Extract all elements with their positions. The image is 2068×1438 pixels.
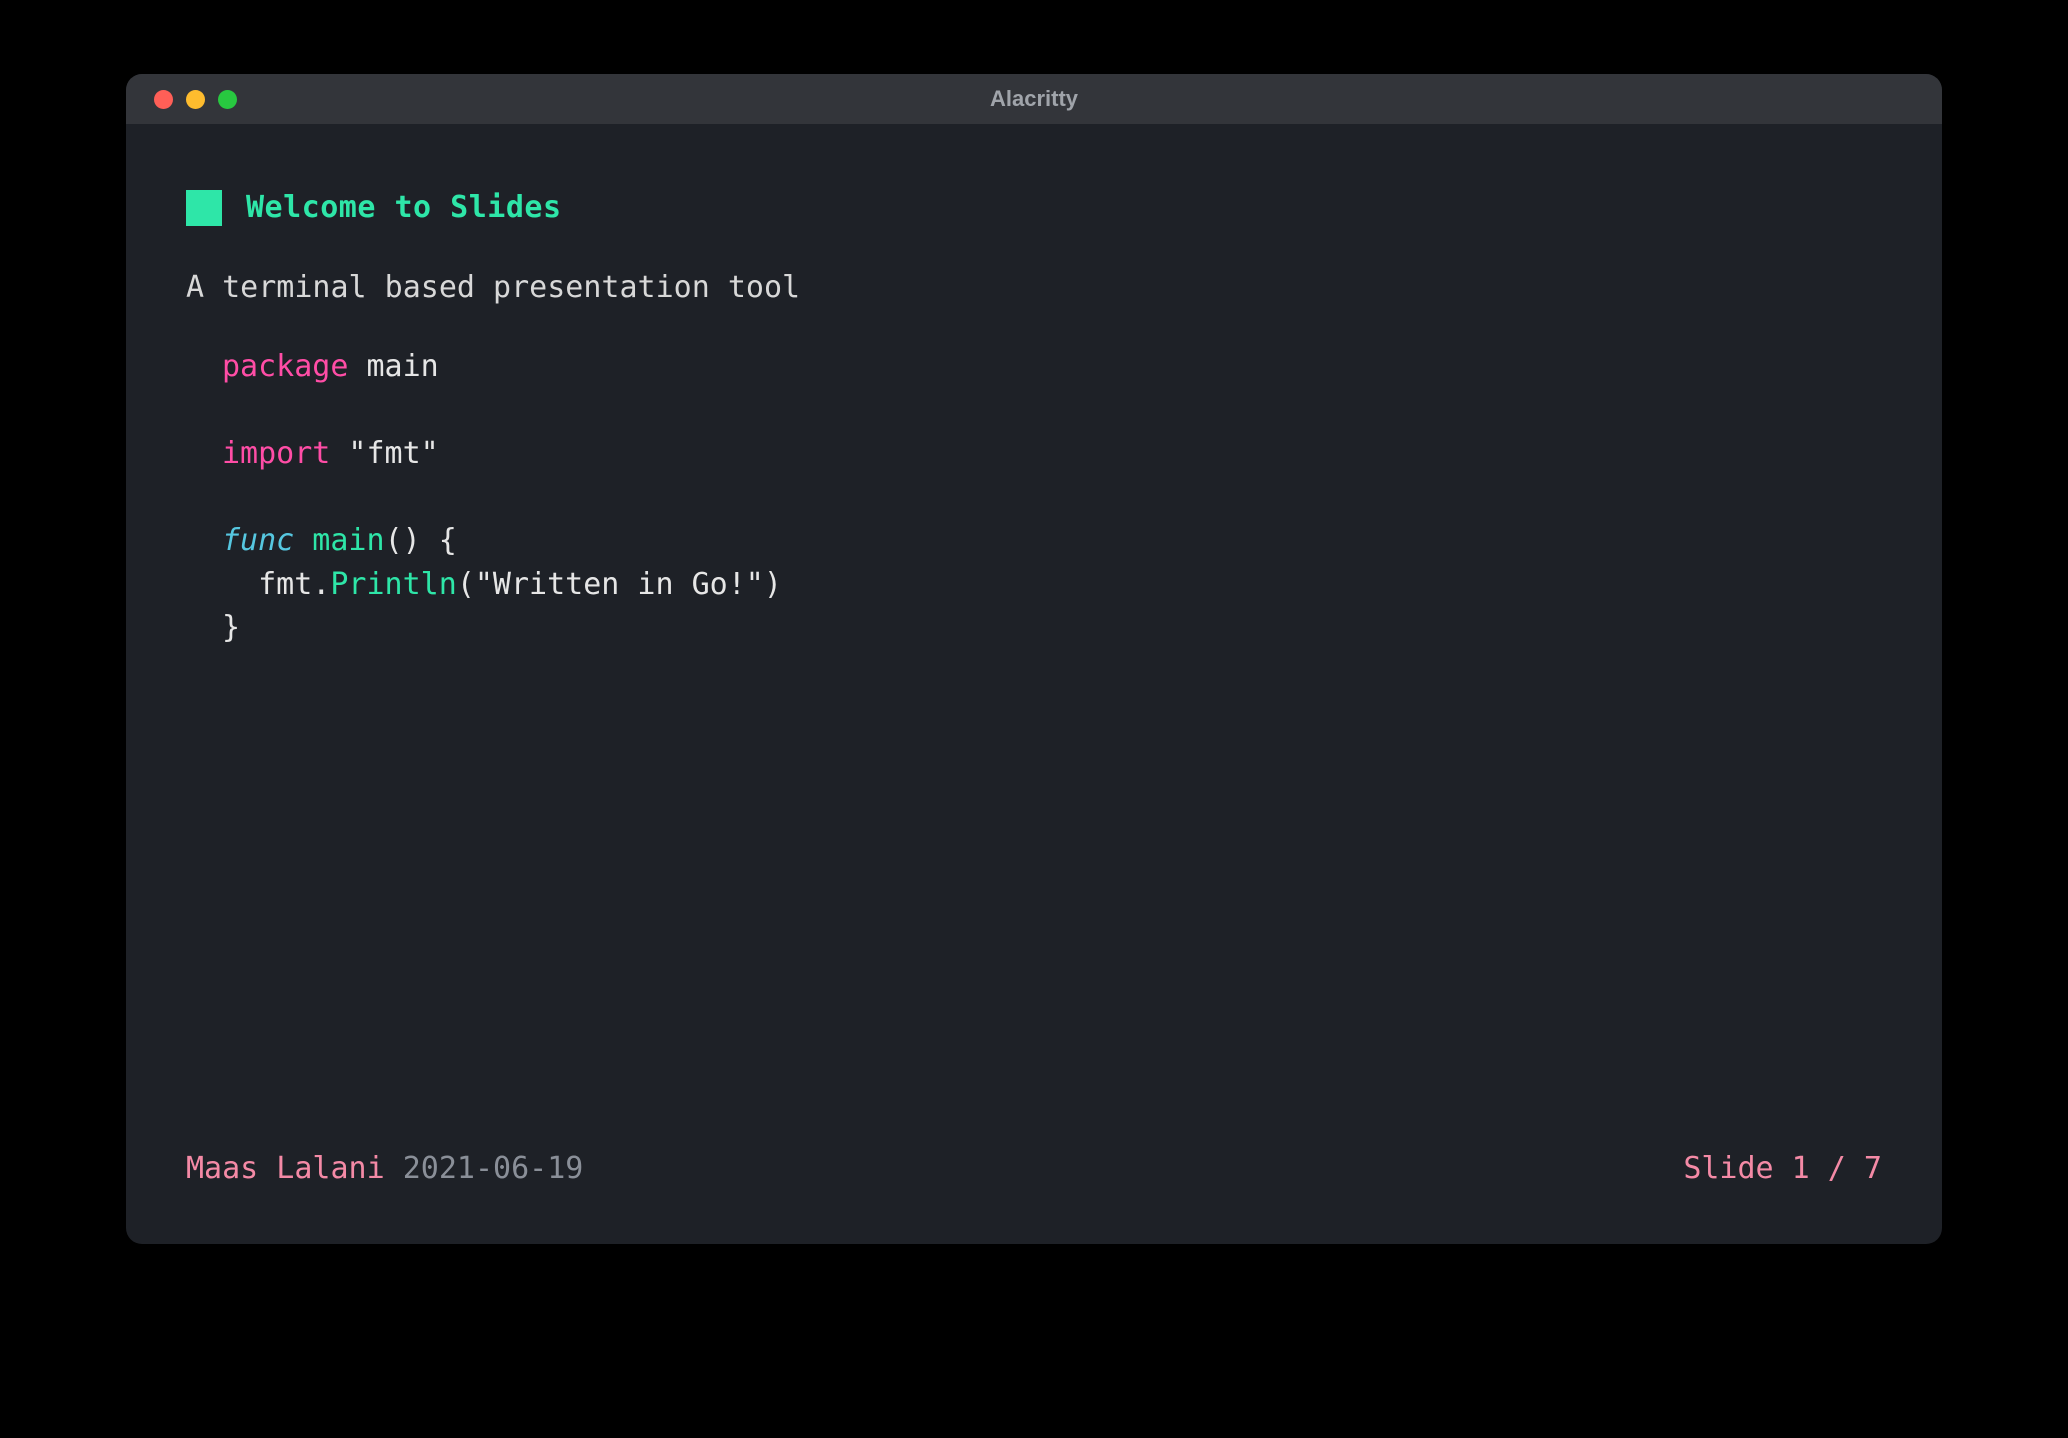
code-text: } xyxy=(222,610,240,645)
slide-footer: Maas Lalani 2021-06-19 Slide 1 / 7 xyxy=(186,1147,1882,1191)
footer-left: Maas Lalani 2021-06-19 xyxy=(186,1147,583,1191)
code-keyword: import xyxy=(222,436,330,471)
minimize-icon[interactable] xyxy=(186,90,205,109)
code-function: Println xyxy=(330,567,456,602)
code-keyword: func xyxy=(222,523,294,558)
code-function: main xyxy=(294,523,384,558)
code-text: () { xyxy=(385,523,457,558)
footer-author: Maas Lalani xyxy=(186,1151,385,1186)
code-string: "Written in Go!" xyxy=(475,567,764,602)
zoom-icon[interactable] xyxy=(218,90,237,109)
code-text: main xyxy=(348,349,438,384)
code-text: "fmt" xyxy=(330,436,438,471)
slide-heading-row: Welcome to Slides xyxy=(186,186,1882,230)
footer-date: 2021-06-19 xyxy=(403,1151,584,1186)
code-text: ) xyxy=(764,567,782,602)
slide-subtitle: A terminal based presentation tool xyxy=(186,266,1882,310)
traffic-lights xyxy=(154,90,237,109)
code-text: fmt. xyxy=(222,567,330,602)
slide-heading: Welcome to Slides xyxy=(246,186,562,230)
titlebar[interactable]: Alacritty xyxy=(126,74,1942,124)
close-icon[interactable] xyxy=(154,90,173,109)
footer-slide-counter: Slide 1 / 7 xyxy=(1683,1147,1882,1191)
heading-block-icon xyxy=(186,190,222,226)
code-text: ( xyxy=(457,567,475,602)
terminal-window: Alacritty Welcome to Slides A terminal b… xyxy=(126,74,1942,1244)
code-keyword: package xyxy=(222,349,348,384)
window-title: Alacritty xyxy=(990,86,1078,112)
code-block: package main import "fmt" func main() { … xyxy=(186,345,1882,650)
terminal-content[interactable]: Welcome to Slides A terminal based prese… xyxy=(126,124,1942,1244)
